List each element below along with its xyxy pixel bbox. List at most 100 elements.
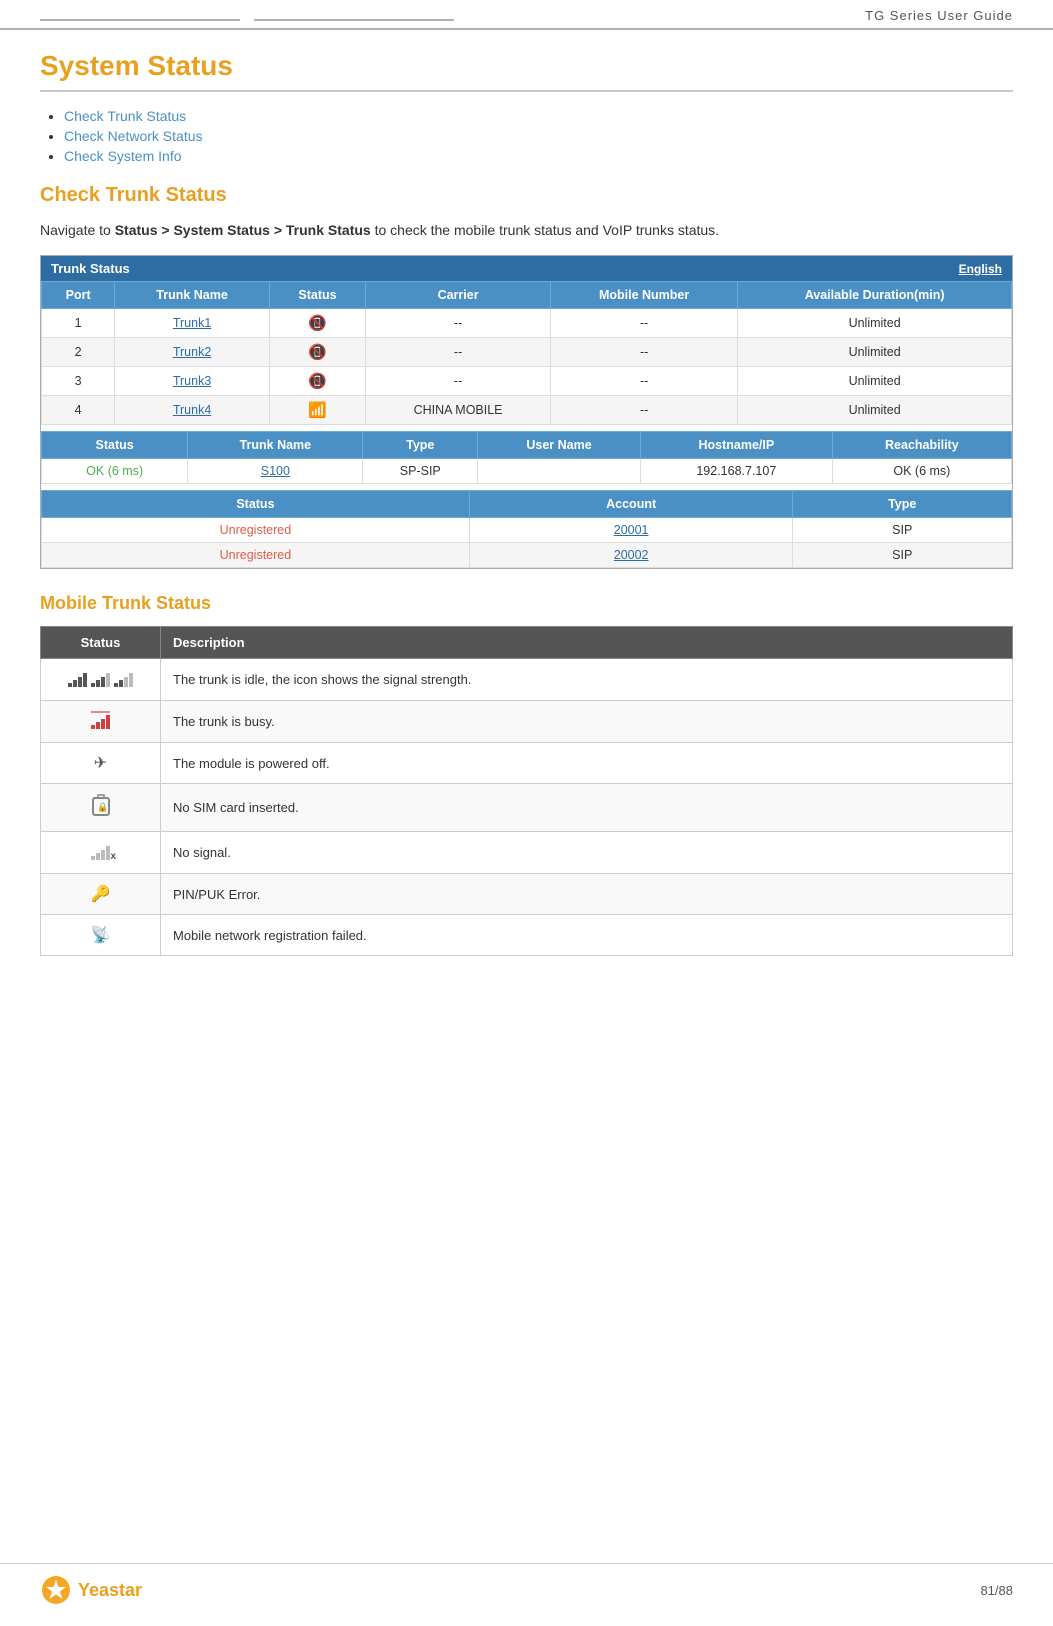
col-trunk-name: Trunk Name — [115, 282, 270, 309]
sig-icon-1 — [68, 669, 87, 687]
desc-row-pin-error: 🔑 PIN/PUK Error. — [41, 874, 1013, 915]
trunk-link[interactable]: S100 — [261, 464, 290, 478]
mobile-cell: -- — [551, 367, 738, 396]
logo-svg — [40, 1574, 72, 1606]
table-row: 3 Trunk3 📵 -- -- Unlimited — [42, 367, 1012, 396]
header-lines — [40, 11, 865, 21]
toc-link-3[interactable]: Check System Info — [64, 148, 182, 164]
sip-header-row: Status Account Type — [42, 491, 1012, 518]
check-trunk-heading: Check Trunk Status — [40, 184, 1013, 207]
type-cell: SIP — [793, 518, 1012, 543]
toc-list: Check Trunk Status Check Network Status … — [64, 108, 1013, 164]
sig-icon-2 — [91, 669, 110, 687]
sim-svg: 🔒 — [92, 794, 110, 816]
col-username: User Name — [478, 432, 641, 459]
toc-item-3[interactable]: Check System Info — [64, 148, 1013, 164]
type-cell: SIP — [793, 543, 1012, 568]
page-header: TG Series User Guide — [0, 0, 1053, 30]
desc-row-no-signal: x No signal. — [41, 832, 1013, 874]
no-signal-icon-group: x — [91, 842, 110, 860]
desc-cell-pin: PIN/PUK Error. — [161, 874, 1013, 915]
header-line-1 — [40, 19, 240, 21]
desc-row-signal-busy: The trunk is busy. — [41, 701, 1013, 743]
mobile-cell: -- — [551, 396, 738, 425]
col-carrier: Carrier — [366, 282, 551, 309]
hostname-cell: 192.168.7.107 — [640, 459, 832, 484]
duration-cell: Unlimited — [738, 338, 1012, 367]
port-cell: 3 — [42, 367, 115, 396]
col-mobile-number: Mobile Number — [551, 282, 738, 309]
desc-cell-idle: The trunk is idle, the icon shows the si… — [161, 659, 1013, 701]
trunk-link[interactable]: Trunk2 — [173, 345, 211, 359]
trunk-link[interactable]: Trunk4 — [173, 403, 211, 417]
desc-row-signal-idle: The trunk is idle, the icon shows the si… — [41, 659, 1013, 701]
description-table: Status Description — [40, 626, 1013, 956]
mobile-cell: -- — [551, 338, 738, 367]
toc-item-1[interactable]: Check Trunk Status — [64, 108, 1013, 124]
duration-cell: Unlimited — [738, 309, 1012, 338]
status-icon-cell: 📵 — [269, 338, 365, 367]
trunk-link[interactable]: Trunk1 — [173, 316, 211, 330]
status-icon-idle — [41, 659, 161, 701]
trunk-status-box: Trunk Status English Port Trunk Name Sta… — [40, 255, 1013, 569]
status-icon-busy — [41, 701, 161, 743]
carrier-cell: CHINA MOBILE — [366, 396, 551, 425]
desc-cell-busy: The trunk is busy. — [161, 701, 1013, 743]
sig-icon-3 — [114, 669, 133, 687]
status-icon-no-sim: 🔒 — [41, 784, 161, 832]
toc-link-1[interactable]: Check Trunk Status — [64, 108, 186, 124]
carrier-cell: -- — [366, 309, 551, 338]
toc-item-2[interactable]: Check Network Status — [64, 128, 1013, 144]
status-icon-cell: 📵 — [269, 367, 365, 396]
desc-row-net-fail: 📡 Mobile network registration failed. — [41, 915, 1013, 956]
mobile-trunk-table: Port Trunk Name Status Carrier Mobile Nu… — [41, 281, 1012, 425]
trunk-name-cell: Trunk2 — [115, 338, 270, 367]
net-fail-icon: 📡 — [91, 927, 111, 944]
carrier-cell: -- — [366, 338, 551, 367]
mobile-cell: -- — [551, 309, 738, 338]
account-cell: 20001 — [469, 518, 793, 543]
voip-trunk-table: Status Trunk Name Type User Name Hostnam… — [41, 431, 1012, 484]
duration-cell: Unlimited — [738, 396, 1012, 425]
header-line-2 — [254, 19, 454, 21]
signal-icon: 📶 — [308, 402, 327, 419]
svg-text:🔒: 🔒 — [97, 802, 108, 812]
col-type: Type — [793, 491, 1012, 518]
english-link[interactable]: English — [959, 262, 1002, 276]
doc-title: TG Series User Guide — [865, 8, 1013, 23]
trunk-name-cell: S100 — [188, 459, 363, 484]
account-link[interactable]: 20001 — [614, 523, 649, 537]
no-sim-icon: 📵 — [308, 315, 327, 332]
toc-link-2[interactable]: Check Network Status — [64, 128, 203, 144]
desc-cell-airplane: The module is powered off. — [161, 743, 1013, 784]
footer-logo: Yeastar — [40, 1574, 142, 1606]
col-available-duration: Available Duration(min) — [738, 282, 1012, 309]
account-link[interactable]: 20002 — [614, 548, 649, 562]
status-cell: Unregistered — [42, 543, 470, 568]
table-row: 1 Trunk1 📵 -- -- Unlimited — [42, 309, 1012, 338]
col-account: Account — [469, 491, 793, 518]
no-sim-icon: 📵 — [308, 373, 327, 390]
trunk-link[interactable]: Trunk3 — [173, 374, 211, 388]
trunk-status-title: Trunk Status — [51, 261, 130, 276]
col-type: Type — [363, 432, 478, 459]
status-icon-net-fail: 📡 — [41, 915, 161, 956]
page-title: System Status — [40, 50, 1013, 92]
col-status-header: Status — [41, 627, 161, 659]
port-cell: 4 — [42, 396, 115, 425]
airplane-icon: ✈ — [94, 755, 107, 772]
status-cell: OK (6 ms) — [42, 459, 188, 484]
mobile-trunk-header-row: Port Trunk Name Status Carrier Mobile Nu… — [42, 282, 1012, 309]
footer-page: 81/88 — [980, 1583, 1013, 1598]
col-reachability: Reachability — [832, 432, 1011, 459]
voip-header-row: Status Trunk Name Type User Name Hostnam… — [42, 432, 1012, 459]
x-mark: x — [110, 851, 116, 862]
table-row: 4 Trunk4 📶 CHINA MOBILE -- Unlimited — [42, 396, 1012, 425]
desc-cell-net-fail: Mobile network registration failed. — [161, 915, 1013, 956]
col-description-header: Description — [161, 627, 1013, 659]
signal-busy-icon — [91, 711, 110, 729]
table-row: Unregistered 20002 SIP — [42, 543, 1012, 568]
status-icon-pin: 🔑 — [41, 874, 161, 915]
duration-cell: Unlimited — [738, 367, 1012, 396]
carrier-cell: -- — [366, 367, 551, 396]
